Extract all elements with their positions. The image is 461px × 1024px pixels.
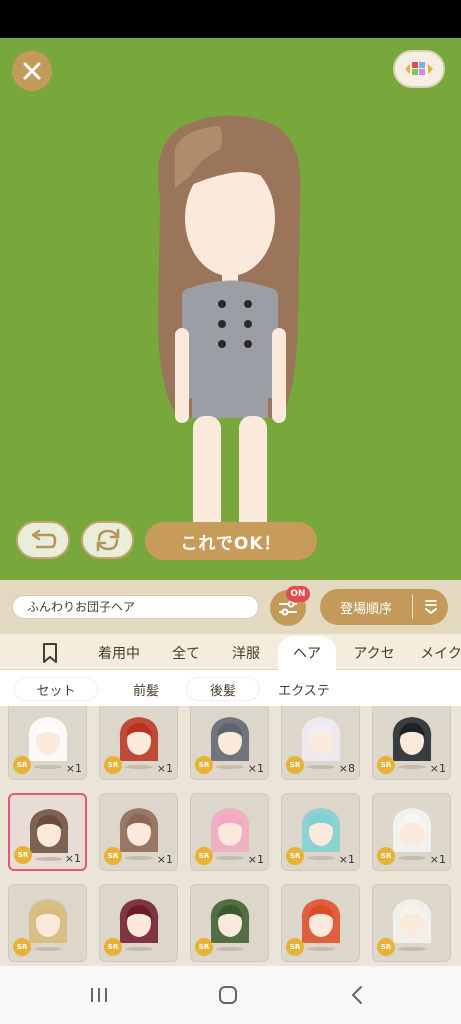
hair-item-card[interactable]: SR ×1 bbox=[372, 793, 451, 871]
subtab-back-hair[interactable]: 後髪 bbox=[186, 677, 260, 701]
rarity-badge: SR bbox=[104, 756, 122, 774]
back-icon bbox=[352, 986, 362, 1004]
tab-hair[interactable]: ヘア bbox=[278, 636, 336, 670]
subtab-extensions[interactable]: エクステ bbox=[262, 677, 346, 701]
hair-subtabs: セット 前髪 後髪 エクステ bbox=[0, 670, 461, 706]
sort-label: 登場順序 bbox=[339, 601, 392, 617]
item-quantity: ×1 bbox=[156, 853, 173, 866]
home-button[interactable] bbox=[213, 982, 243, 1008]
rarity-badge: SR bbox=[195, 847, 213, 865]
avatar-figure bbox=[158, 115, 301, 556]
rotate-icon bbox=[96, 528, 119, 552]
sort-order-icon bbox=[413, 598, 448, 616]
rarity-badge: SR bbox=[286, 756, 304, 774]
confirm-ok-button[interactable]: これでOK！ bbox=[145, 522, 317, 560]
item-quantity: ×1 bbox=[247, 853, 264, 866]
hair-item-card[interactable]: SR ×1 bbox=[99, 706, 178, 780]
hair-item-card[interactable]: SR ×8 bbox=[281, 706, 360, 780]
hair-item-card[interactable]: SR bbox=[190, 884, 269, 962]
close-icon bbox=[23, 62, 41, 80]
rarity-badge: SR bbox=[104, 938, 122, 956]
search-input[interactable]: ふんわりお団子ヘア bbox=[12, 595, 259, 619]
hair-item-card[interactable]: SR ×1 bbox=[190, 706, 269, 780]
hair-item-card[interactable]: SR ×1 bbox=[99, 793, 178, 871]
rarity-badge: SR bbox=[13, 938, 31, 956]
item-quantity: ×1 bbox=[65, 762, 82, 775]
sort-button[interactable]: 登場順序 bbox=[320, 589, 448, 625]
tab-bookmark[interactable] bbox=[30, 636, 70, 670]
back-button[interactable] bbox=[342, 982, 372, 1008]
hair-item-card[interactable]: SR bbox=[281, 884, 360, 962]
rarity-badge: SR bbox=[104, 847, 122, 865]
item-quantity: ×1 bbox=[338, 853, 355, 866]
bookmark-icon bbox=[43, 643, 57, 663]
item-quantity: ×1 bbox=[156, 762, 173, 775]
background-palette-icon bbox=[405, 62, 433, 75]
category-tabs: 着用中 全て 洋服 ヘア アクセ メイク bbox=[0, 636, 461, 670]
rarity-badge: SR bbox=[14, 846, 32, 864]
wardrobe-panel: ふんわりお団子ヘア ON 登場順序 着用中 全て 洋服 ヘア アクセ メイク セ bbox=[0, 580, 461, 966]
status-bar bbox=[0, 0, 461, 38]
item-quantity: ×8 bbox=[338, 762, 355, 775]
item-grid: SR ×1 SR ×1 SR ×1 SR ×8 SR ×1 SR ×1 SR ×1 SR ×1 SR ×1 SR ×1… bbox=[0, 706, 461, 966]
rotate-button[interactable] bbox=[81, 521, 134, 559]
rarity-badge: SR bbox=[195, 756, 213, 774]
undo-button[interactable] bbox=[16, 521, 70, 559]
hair-item-card[interactable]: SR ×1 bbox=[190, 793, 269, 871]
item-quantity: ×1 bbox=[247, 762, 264, 775]
hair-item-card[interactable]: SR ×1 bbox=[372, 706, 451, 780]
rarity-badge: SR bbox=[377, 756, 395, 774]
search-row: ふんわりお団子ヘア ON 登場順序 bbox=[0, 580, 461, 634]
subtab-bangs[interactable]: 前髪 bbox=[108, 677, 184, 701]
item-quantity: ×1 bbox=[429, 853, 446, 866]
rarity-badge: SR bbox=[377, 938, 395, 956]
hair-item-card[interactable]: SR ×1 bbox=[8, 793, 87, 871]
rarity-badge: SR bbox=[195, 938, 213, 956]
hair-item-card[interactable]: SR bbox=[372, 884, 451, 962]
close-button[interactable] bbox=[12, 51, 52, 91]
recents-button[interactable] bbox=[84, 982, 114, 1008]
avatar-stage: これでOK！ bbox=[0, 38, 461, 580]
hair-item-card[interactable]: SR bbox=[99, 884, 178, 962]
rarity-badge: SR bbox=[377, 847, 395, 865]
filter-on-badge: ON bbox=[286, 586, 310, 602]
rarity-badge: SR bbox=[13, 756, 31, 774]
hair-item-card[interactable]: SR bbox=[8, 884, 87, 962]
tab-accessories[interactable]: アクセ bbox=[342, 636, 406, 670]
recents-icon bbox=[91, 988, 107, 1002]
home-icon bbox=[219, 986, 237, 1004]
tab-wearing[interactable]: 着用中 bbox=[88, 636, 150, 670]
hair-item-card[interactable]: SR ×1 bbox=[8, 706, 87, 780]
subtab-set[interactable]: セット bbox=[14, 677, 98, 701]
item-quantity: ×1 bbox=[429, 762, 446, 775]
undo-icon bbox=[31, 529, 57, 549]
tab-clothes[interactable]: 洋服 bbox=[220, 636, 272, 670]
rarity-badge: SR bbox=[286, 847, 304, 865]
rarity-badge: SR bbox=[286, 938, 304, 956]
tab-makeup[interactable]: メイク bbox=[416, 636, 461, 670]
system-nav-bar bbox=[0, 966, 461, 1024]
item-quantity: ×1 bbox=[64, 852, 81, 865]
hair-item-card[interactable]: SR ×1 bbox=[281, 793, 360, 871]
background-button[interactable] bbox=[393, 50, 445, 88]
tab-all[interactable]: 全て bbox=[160, 636, 212, 670]
